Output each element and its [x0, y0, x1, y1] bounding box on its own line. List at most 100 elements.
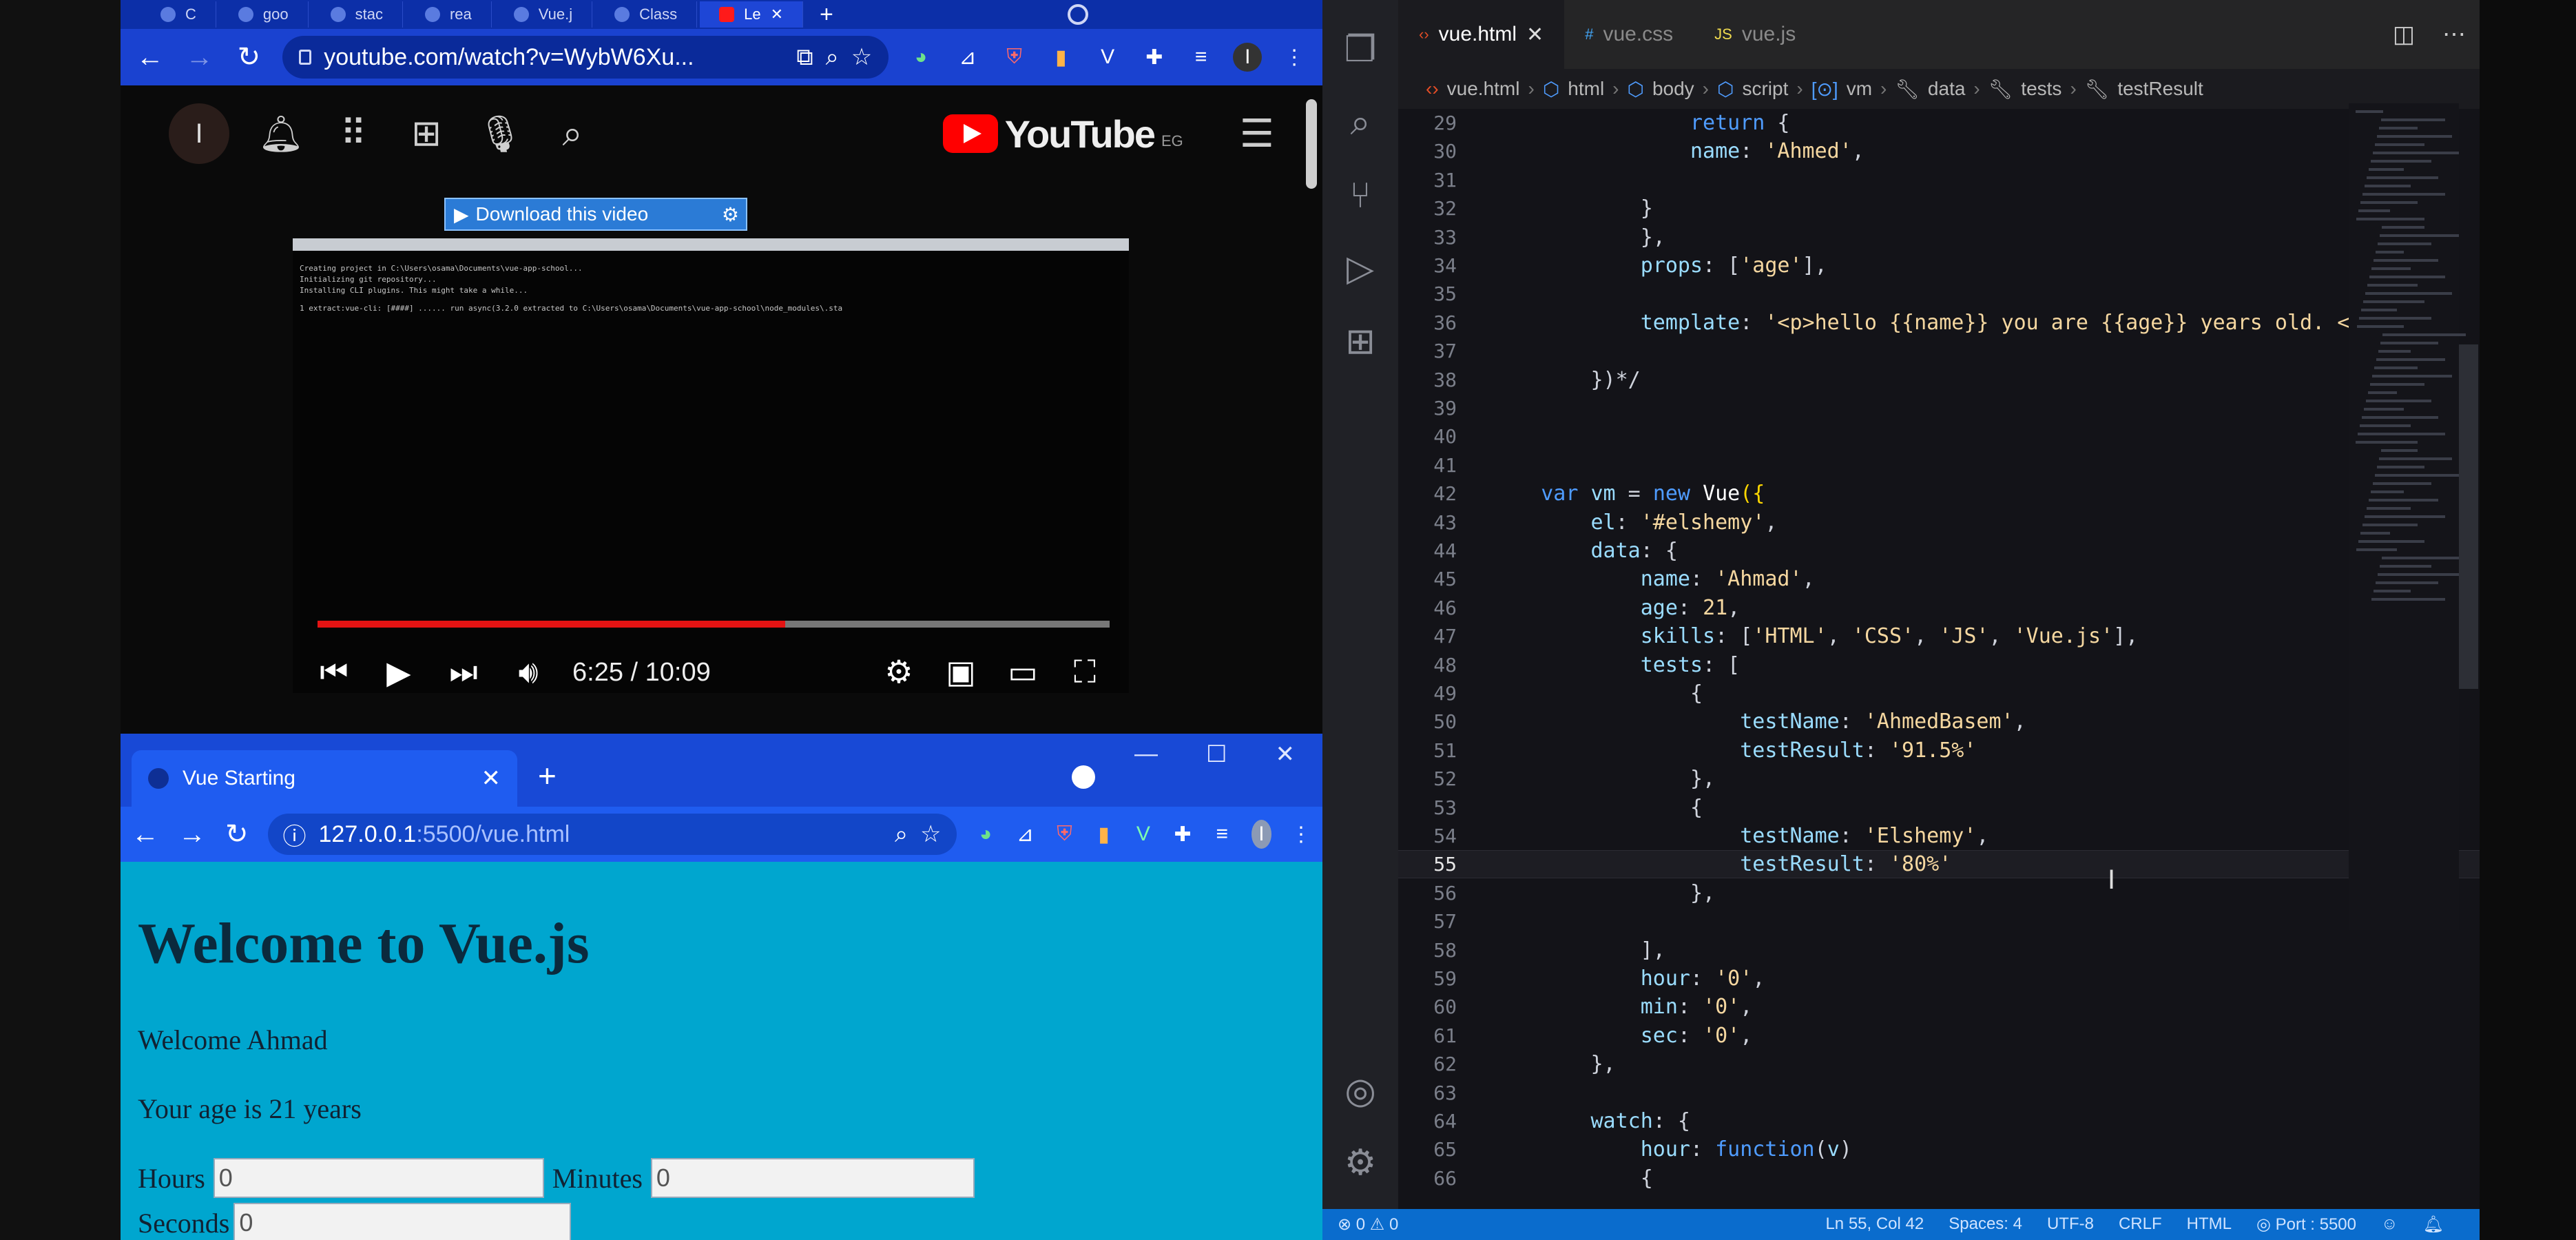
- code-text[interactable]: name: 'Ahmad',: [1464, 567, 1815, 591]
- more-menu-icon[interactable]: ⋮: [1280, 43, 1309, 72]
- code-line[interactable]: 48 tests: [: [1398, 651, 2480, 679]
- address-text[interactable]: youtube.com/watch?v=WybW6Xu...: [324, 44, 694, 71]
- code-line[interactable]: 30 name: 'Ahmed',: [1398, 137, 2480, 165]
- settings-icon[interactable]: ⚙: [722, 203, 739, 226]
- code-line[interactable]: 49 {: [1398, 679, 2480, 707]
- run-debug-icon[interactable]: ▷: [1338, 247, 1382, 291]
- code-text[interactable]: skills: ['HTML', 'CSS', 'JS', 'Vue.js'],: [1464, 624, 2139, 648]
- seconds-input[interactable]: [233, 1203, 572, 1240]
- theater-mode-icon[interactable]: ▭: [1002, 653, 1043, 692]
- code-line[interactable]: 45 name: 'Ahmad',: [1398, 565, 2480, 593]
- yt-tab[interactable]: Class: [595, 1, 698, 28]
- extension-icon[interactable]: ⊿: [953, 43, 982, 72]
- close-tab-icon[interactable]: ✕: [1526, 23, 1544, 47]
- address-path[interactable]: :5500/vue.html: [416, 821, 570, 847]
- close-tab-icon[interactable]: ✕: [481, 765, 501, 792]
- cursor-position[interactable]: Ln 55, Col 42: [1825, 1215, 1924, 1234]
- encoding[interactable]: UTF-8: [2047, 1215, 2094, 1234]
- minutes-input[interactable]: [650, 1158, 975, 1198]
- back-arrow-icon[interactable]: ←: [132, 819, 159, 850]
- code-line[interactable]: 57: [1398, 907, 2480, 936]
- create-video-icon[interactable]: ⊞: [404, 113, 448, 154]
- youtube-logo[interactable]: YouTube EG: [942, 112, 1183, 156]
- code-text[interactable]: },: [1464, 881, 1715, 905]
- code-line[interactable]: 36 template: '<p>hello {{name}} you are …: [1398, 309, 2480, 337]
- vue-devtools-icon[interactable]: V: [1093, 43, 1122, 72]
- code-line[interactable]: 32 }: [1398, 194, 2480, 223]
- code-text[interactable]: hour: function(v): [1464, 1137, 1852, 1161]
- code-line[interactable]: 56 },: [1398, 879, 2480, 907]
- microphone-icon[interactable]: 🎙︎: [477, 113, 523, 155]
- miniplayer-icon[interactable]: ▣: [940, 653, 981, 692]
- code-text[interactable]: template: '<p>hello {{name}} you are {{a…: [1464, 311, 2362, 335]
- code-text[interactable]: name: 'Ahmed',: [1464, 139, 1865, 163]
- code-line[interactable]: 53 {: [1398, 794, 2480, 822]
- bookmark-star-icon[interactable]: ☆: [851, 43, 872, 71]
- code-text[interactable]: testName: 'Elshemy',: [1464, 824, 1988, 848]
- code-text[interactable]: tests: [: [1464, 653, 1741, 677]
- code-line[interactable]: 46 age: 21,: [1398, 594, 2480, 622]
- code-line[interactable]: 64 watch: {: [1398, 1107, 2480, 1135]
- profile-avatar-icon[interactable]: I: [1233, 43, 1263, 72]
- reload-icon[interactable]: ↻: [225, 818, 249, 850]
- code-line[interactable]: 50 testName: 'AhmedBasem',: [1398, 707, 2480, 736]
- breadcrumb-item[interactable]: tests: [2021, 78, 2061, 100]
- breadcrumb-item[interactable]: body: [1652, 78, 1694, 100]
- next-icon[interactable]: ⏭: [443, 653, 484, 692]
- code-line[interactable]: 40: [1398, 422, 2480, 451]
- tab-vue-css[interactable]: # vue.css: [1564, 0, 1694, 69]
- yt-tab[interactable]: goo: [219, 1, 309, 28]
- code-line[interactable]: 65 hour: function(v): [1398, 1135, 2480, 1164]
- code-text[interactable]: },: [1464, 225, 1665, 249]
- code-line[interactable]: 42 var vm = new Vue({: [1398, 479, 2480, 508]
- media-indicator-icon[interactable]: [1072, 765, 1095, 789]
- code-line[interactable]: 66 {: [1398, 1164, 2480, 1192]
- hours-input[interactable]: [213, 1158, 544, 1198]
- language-mode[interactable]: HTML: [2187, 1215, 2232, 1234]
- split-editor-icon[interactable]: ◫: [2393, 21, 2415, 48]
- problems-indicator[interactable]: ⊗ 0 ⚠ 0: [1338, 1215, 1398, 1234]
- puzzle-extensions-icon[interactable]: ✚: [1140, 43, 1169, 72]
- code-line[interactable]: 51 testResult: '91.5%': [1398, 736, 2480, 765]
- code-text[interactable]: testResult: '91.5%': [1464, 738, 1976, 763]
- previous-icon[interactable]: ⏮: [313, 653, 355, 692]
- translate-icon[interactable]: ⧉: [796, 44, 813, 71]
- breadcrumb-item[interactable]: vm: [1847, 78, 1872, 100]
- search-icon[interactable]: ⌕: [550, 113, 594, 155]
- breadcrumb-item[interactable]: testResult: [2117, 78, 2203, 100]
- code-text[interactable]: props: ['age'],: [1464, 254, 1827, 278]
- notifications-bell-icon[interactable]: 🔔︎: [2423, 1215, 2444, 1234]
- code-text[interactable]: watch: {: [1464, 1109, 1691, 1133]
- code-line[interactable]: 62 },: [1398, 1050, 2480, 1078]
- code-line[interactable]: 43 el: '#elshemy',: [1398, 508, 2480, 537]
- maximize-icon[interactable]: ☐: [1206, 741, 1227, 768]
- hamburger-menu-icon[interactable]: ☰: [1240, 111, 1274, 156]
- code-text[interactable]: testResult: '80%': [1464, 852, 1951, 876]
- vue-devtools-icon[interactable]: V: [1133, 820, 1153, 849]
- code-line[interactable]: 63: [1398, 1079, 2480, 1107]
- code-text[interactable]: },: [1464, 1052, 1615, 1076]
- video-progress-bar[interactable]: [318, 621, 1110, 628]
- editor-scrollbar[interactable]: [2459, 344, 2478, 689]
- yt-tab[interactable]: stac: [311, 1, 403, 28]
- profile-avatar-icon[interactable]: I: [1251, 820, 1272, 849]
- reading-list-icon[interactable]: ≡: [1187, 43, 1216, 72]
- code-line[interactable]: 29 return {: [1398, 109, 2480, 137]
- code-text[interactable]: min: '0',: [1464, 995, 1753, 1019]
- puzzle-extensions-icon[interactable]: ✚: [1172, 820, 1192, 849]
- manage-gear-icon[interactable]: ⚙: [1338, 1141, 1382, 1185]
- live-server-port[interactable]: ◎ Port : 5500: [2256, 1215, 2356, 1234]
- forward-arrow-icon[interactable]: →: [178, 819, 206, 850]
- code-line[interactable]: 58 ],: [1398, 936, 2480, 964]
- zoom-icon[interactable]: ⌕: [895, 821, 908, 848]
- new-tab-button[interactable]: +: [806, 1, 847, 28]
- code-text[interactable]: {: [1464, 1166, 1653, 1190]
- line-ending[interactable]: CRLF: [2119, 1215, 2162, 1234]
- code-line[interactable]: 59 hour: '0',: [1398, 964, 2480, 993]
- reading-list-icon[interactable]: ≡: [1212, 820, 1232, 849]
- zoom-icon[interactable]: ⌕: [826, 44, 839, 71]
- volume-icon[interactable]: 🔊︎: [508, 653, 549, 692]
- extension-icon[interactable]: ⊿: [1015, 820, 1035, 849]
- code-text[interactable]: age: 21,: [1464, 596, 1741, 620]
- address-bar[interactable]: youtube.com/watch?v=WybW6Xu... ⧉ ⌕ ☆: [282, 36, 889, 79]
